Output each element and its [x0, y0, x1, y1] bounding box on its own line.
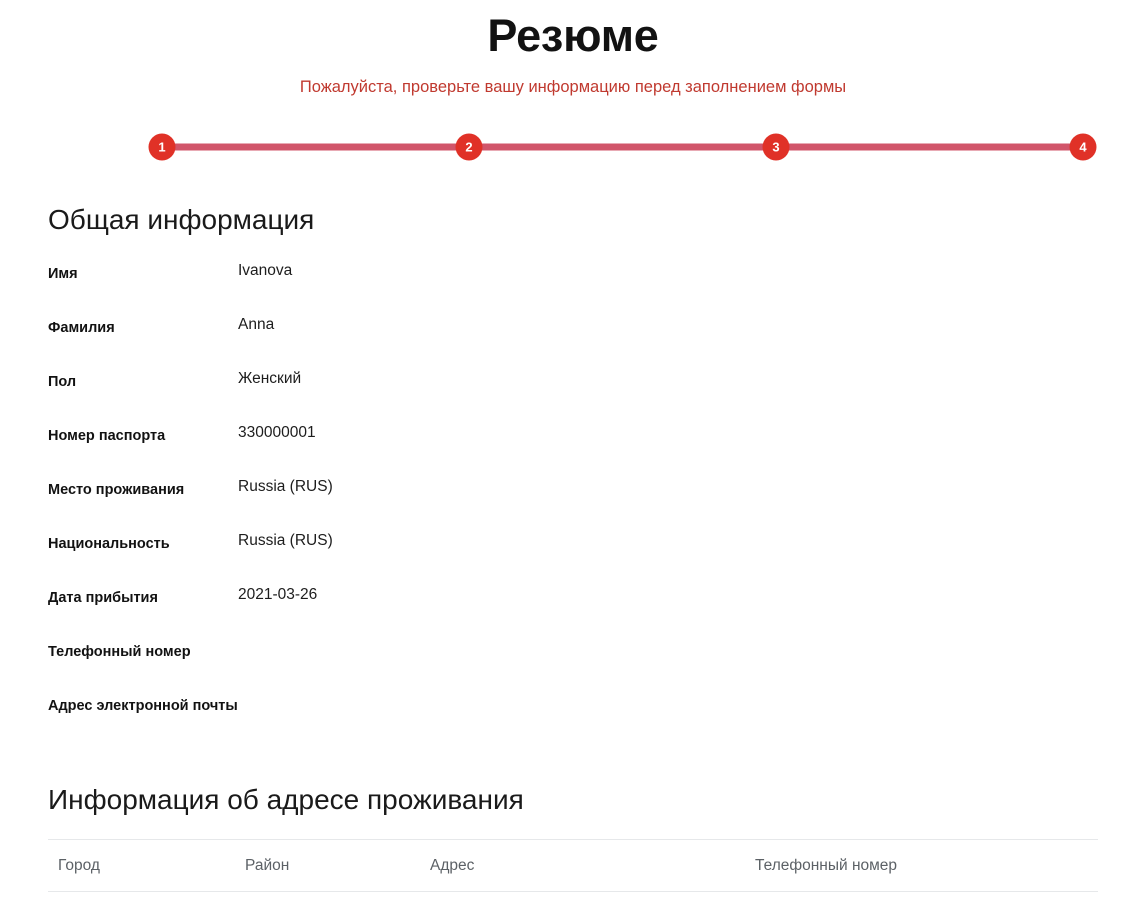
general-information-heading: Общая информация — [48, 204, 315, 236]
info-row: Место проживания Russia (RUS) — [48, 476, 1146, 530]
info-value-gender: Женский — [238, 370, 302, 388]
stepper-step-3[interactable]: 3 — [762, 133, 790, 161]
info-row: Национальность Russia (RUS) — [48, 530, 1146, 584]
info-label-phone-number: Телефонный номер — [48, 644, 191, 661]
column-header-region[interactable]: Район — [245, 838, 430, 892]
column-header-phone[interactable]: Телефонный номер — [755, 838, 1098, 892]
info-label-first-name: Имя — [48, 266, 78, 283]
info-value-residence: Russia (RUS) — [238, 478, 333, 496]
info-label-residence: Место проживания — [48, 482, 185, 499]
address-information-section: Информация об адресе проживания Город Ра… — [0, 784, 1146, 892]
general-information-list: Имя Ivanova Фамилия Anna Пол Женский Ном… — [0, 260, 1146, 746]
column-header-city[interactable]: Город — [48, 838, 245, 892]
info-row: Фамилия Anna — [48, 314, 1146, 368]
general-information-section: Общая информация Имя Ivanova Фамилия Ann… — [0, 204, 1146, 746]
info-value-last-name: Anna — [238, 316, 275, 334]
info-value-nationality: Russia (RUS) — [238, 532, 333, 550]
info-label-arrival-date: Дата прибытия — [48, 590, 158, 607]
page-title: Резюме — [487, 10, 659, 61]
address-table-head: Город Район Адрес Телефонный номер — [48, 838, 1098, 892]
info-label-email: Адрес электронной почты — [48, 698, 238, 715]
info-row: Дата прибытия 2021-03-26 — [48, 584, 1146, 638]
progress-stepper: 1 2 3 4 — [0, 126, 1146, 168]
info-value-arrival-date: 2021-03-26 — [238, 586, 318, 604]
stepper-step-2[interactable]: 2 — [455, 133, 483, 161]
info-row: Пол Женский — [48, 368, 1146, 422]
address-information-heading: Информация об адресе проживания — [48, 784, 524, 816]
info-row: Адрес электронной почты — [48, 692, 1146, 746]
stepper-step-4[interactable]: 4 — [1069, 133, 1097, 161]
column-header-address[interactable]: Адрес — [430, 838, 755, 892]
address-table: Город Район Адрес Телефонный номер — [48, 838, 1098, 892]
info-row: Номер паспорта 330000001 — [48, 422, 1146, 476]
info-value-first-name: Ivanova — [238, 262, 293, 280]
resume-page: Резюме Пожалуйста, проверьте вашу информ… — [0, 0, 1146, 913]
page-subtitle: Пожалуйста, проверьте вашу информацию пе… — [299, 78, 847, 97]
address-table-header-row: Город Район Адрес Телефонный номер — [48, 838, 1098, 892]
stepper-step-1[interactable]: 1 — [148, 133, 176, 161]
info-label-gender: Пол — [48, 374, 77, 391]
info-row: Имя Ivanova — [48, 260, 1146, 314]
stepper-track — [162, 143, 1083, 151]
info-label-nationality: Национальность — [48, 536, 170, 553]
info-label-passport-number: Номер паспорта — [48, 428, 166, 445]
info-value-passport-number: 330000001 — [238, 424, 316, 442]
info-label-last-name: Фамилия — [48, 320, 115, 337]
info-row: Телефонный номер — [48, 638, 1146, 692]
